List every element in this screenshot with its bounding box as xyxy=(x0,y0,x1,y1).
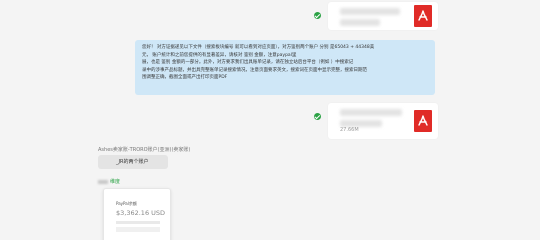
sent-check-icon xyxy=(314,12,321,19)
wallet-screenshot-card[interactable]: PayPal余额 $3,362.16 USD xyxy=(103,188,171,240)
file-attachment-2[interactable]: 27.66M xyxy=(328,103,438,139)
sender-row: 维度 xyxy=(98,178,120,185)
message-line: 围调整正确，截图全面或产出打印页面PDF xyxy=(142,75,228,80)
message-line: 您好！ 对方证据递见以下文件（搜索板块编号 就可以看到对应页面），对方鉴别两个账… xyxy=(142,45,375,50)
file-size: 27.66M xyxy=(340,127,359,133)
wallet-amount: $3,362.16 USD xyxy=(116,209,166,217)
wallet-detail-row xyxy=(116,227,160,232)
group-label: Ashes卖家账-TRORO账户(亚洲)(卖家账) xyxy=(98,147,191,153)
file-attachment-1[interactable] xyxy=(328,2,438,30)
message-line: 录中的涉事产品标题，并出具完整账单记录搜索情况，注意页面要求英文，搜索词在页面中… xyxy=(142,67,367,73)
file-name-blurred xyxy=(340,8,400,30)
chat-message-area: 您好！ 对方证据递见以下文件（搜索板块编号 就可以看到对应页面），对方鉴别两个账… xyxy=(0,0,540,240)
sent-check-icon xyxy=(314,113,321,120)
message-line: 展，也是 鉴别 金额的一部分。此外，对方要求我们出具账单记录，请在独立站后台平台… xyxy=(142,60,354,65)
pdf-icon xyxy=(414,110,432,132)
sender-name: 维度 xyxy=(110,179,121,185)
sender-avatar-blurred xyxy=(98,179,108,184)
pdf-icon xyxy=(414,5,432,27)
wallet-name: PayPal余额 xyxy=(116,201,137,206)
message-bubble: 您好！ 对方证据递见以下文件（搜索板块编号 就可以看到对应页面），对方鉴别两个账… xyxy=(135,40,435,95)
reply-bubble: _JR的两个账户 xyxy=(98,155,168,169)
message-line: 元， 账户统计和之前您提供的有显著差异，请核对 鉴别 金额，注意paypal里 xyxy=(142,52,297,58)
wallet-divider xyxy=(116,221,160,224)
